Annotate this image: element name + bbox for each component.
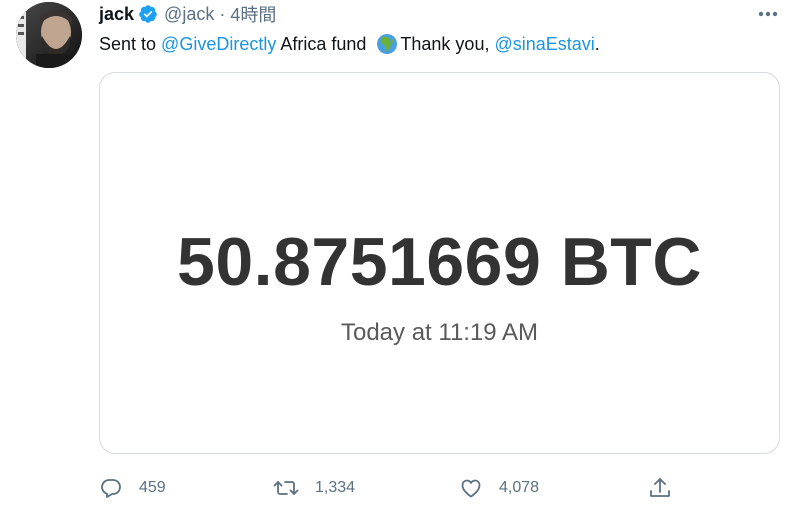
tweet-text-middle: Africa fund bbox=[276, 34, 372, 54]
tweet-text: Sent to @GiveDirectly Africa fund Thank … bbox=[99, 32, 600, 56]
reply-count: 459 bbox=[139, 479, 166, 496]
btc-amount: 50.8751669 BTC bbox=[177, 224, 702, 300]
tweet-header: jack @jack · 4時間 bbox=[99, 2, 276, 26]
like-button[interactable]: 4,078 bbox=[459, 472, 539, 504]
tweet-timestamp[interactable]: 4時間 bbox=[230, 1, 276, 27]
tweet-actions: 459 1,334 4,078 bbox=[99, 472, 684, 504]
author-handle[interactable]: @jack bbox=[164, 4, 214, 25]
retweet-button[interactable]: 1,334 bbox=[273, 472, 355, 504]
transaction-time: Today at 11:19 AM bbox=[340, 319, 538, 346]
like-count: 4,078 bbox=[499, 479, 540, 496]
mention-sinaestavi[interactable]: @sinaEstavi bbox=[494, 32, 594, 56]
mention-givedirectly[interactable]: @GiveDirectly bbox=[161, 32, 276, 56]
reply-icon bbox=[99, 476, 123, 500]
tweet-text-thanks: Thank you, bbox=[400, 34, 495, 54]
verified-badge-icon bbox=[138, 4, 158, 24]
tweet: jack @jack · 4時間 Sent to @GiveDirectly A… bbox=[0, 0, 796, 509]
share-button[interactable] bbox=[648, 472, 672, 504]
globe-africa-icon bbox=[376, 33, 398, 55]
tweet-text-suffix: . bbox=[594, 34, 600, 54]
retweet-count: 1,334 bbox=[315, 479, 356, 496]
media-card[interactable]: 50.8751669 BTC Today at 11:19 AM bbox=[99, 72, 780, 454]
separator-dot: · bbox=[219, 3, 226, 24]
avatar[interactable] bbox=[16, 2, 82, 68]
tweet-text-prefix: Sent to bbox=[99, 34, 162, 54]
share-icon bbox=[648, 476, 672, 500]
avatar-photo bbox=[16, 2, 82, 68]
author-name[interactable]: jack bbox=[99, 4, 134, 25]
retweet-icon bbox=[273, 476, 299, 500]
more-options-icon[interactable] bbox=[756, 4, 780, 24]
reply-button[interactable]: 459 bbox=[99, 472, 166, 504]
heart-icon bbox=[459, 476, 483, 500]
